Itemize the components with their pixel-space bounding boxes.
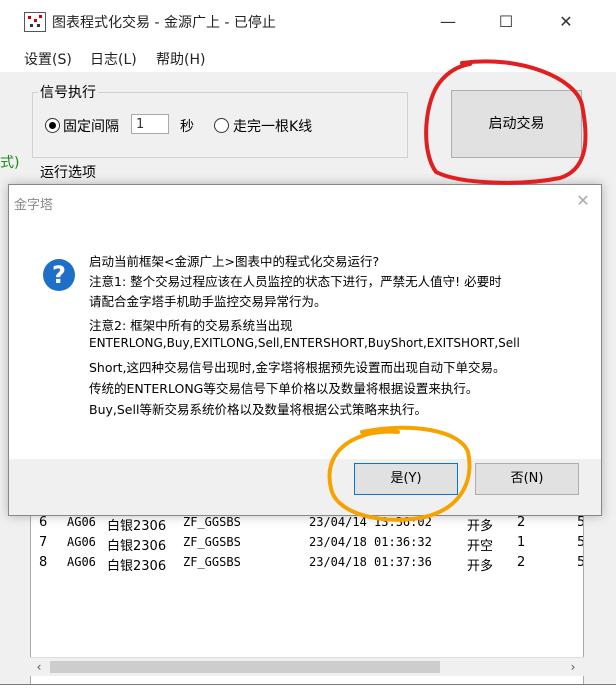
- scroll-right-icon[interactable]: ›: [564, 658, 582, 676]
- close-button[interactable]: ✕: [546, 8, 586, 36]
- dialog-message-line: 启动当前框架<金源广上>图表中的程式化交易运行?: [89, 254, 380, 269]
- start-trading-button[interactable]: 启动交易: [451, 90, 582, 158]
- scrollbar-thumb[interactable]: [50, 661, 440, 673]
- scroll-left-icon[interactable]: ‹: [30, 658, 48, 676]
- seconds-label: 秒: [180, 119, 194, 135]
- trade-time: 23/04/14 13:36:02: [309, 515, 432, 529]
- minimize-button[interactable]: —: [428, 8, 468, 36]
- confirm-dialog: 金字塔 ✕ ? 启动当前框架<金源广上>图表中的程式化交易运行? 注意1: 整个…: [8, 184, 602, 516]
- trade-extra: 5: [577, 535, 583, 550]
- no-button[interactable]: 否(N): [475, 463, 579, 495]
- contract-name: 白银2306: [107, 539, 167, 554]
- dialog-message-line: ENTERLONG,Buy,EXITLONG,Sell,ENTERSHORT,B…: [89, 336, 520, 350]
- question-icon: ?: [43, 259, 75, 291]
- app-icon: [24, 12, 46, 32]
- menu-log[interactable]: 日志(L): [90, 49, 137, 69]
- trade-extra: 5: [577, 555, 583, 570]
- dialog-message-line: 传统的ENTERLONG等交易信号下单价格以及数量将根据设置来执行。: [89, 381, 479, 396]
- trade-qty: 1: [517, 535, 526, 550]
- dialog-message-line: 注意2: 框架中所有的交易系统当出现: [89, 318, 293, 333]
- yes-button[interactable]: 是(Y): [354, 463, 458, 495]
- contract-code: AG06: [67, 555, 96, 569]
- dialog-title: 金字塔: [14, 198, 54, 213]
- trade-extra: 5: [577, 515, 583, 530]
- contract-name: 白银2306: [107, 519, 167, 534]
- fixed-interval-label: 固定间隔: [63, 119, 119, 135]
- title-bar: 图表程式化交易 - 金源广上 - 已停止 — ☐ ✕: [0, 0, 616, 44]
- contract-code: AG06: [67, 535, 96, 549]
- contract-name: 白银2306: [107, 559, 167, 574]
- run-options-label: 运行选项: [38, 162, 98, 182]
- side-text-fragment: 式): [0, 155, 20, 171]
- menu-bar: 设置(S) 日志(L) 帮助(H): [0, 44, 616, 72]
- table-row[interactable]: 8 AG06 白银2306 ZF_GGSBS 23/04/18 01:37:36…: [31, 553, 583, 574]
- maximize-button[interactable]: ☐: [486, 8, 526, 36]
- dialog-message-line: 请配合金字塔手机助手监控交易异常行为。: [89, 294, 327, 309]
- menu-help[interactable]: 帮助(H): [156, 49, 205, 69]
- dialog-message-line: 注意1: 整个交易过程应该在人员监控的状态下进行，严禁无人值守! 必要时: [89, 274, 502, 289]
- trade-qty: 2: [517, 555, 526, 570]
- bottom-strip: [0, 684, 616, 698]
- table-row[interactable]: 6 AG06 白银2306 ZF_GGSBS 23/04/14 13:36:02…: [31, 513, 583, 534]
- menu-settings[interactable]: 设置(S): [24, 49, 72, 69]
- row-number: 8: [39, 555, 48, 570]
- row-number: 6: [39, 515, 48, 530]
- bar-complete-radio[interactable]: [214, 118, 229, 133]
- trade-time: 23/04/18 01:36:32: [309, 535, 432, 549]
- contract-code: AG06: [67, 515, 96, 529]
- dialog-close-icon[interactable]: ✕: [569, 191, 597, 213]
- strategy-name: ZF_GGSBS: [183, 555, 241, 569]
- strategy-name: ZF_GGSBS: [183, 535, 241, 549]
- dialog-message-line: Buy,Sell等新交易系统价格以及数量将根据公式策略来执行。: [89, 402, 427, 417]
- horizontal-scrollbar[interactable]: ‹ ›: [30, 657, 584, 676]
- row-number: 7: [39, 535, 48, 550]
- table-row[interactable]: 7 AG06 白银2306 ZF_GGSBS 23/04/18 01:36:32…: [31, 533, 583, 554]
- dialog-title-bar: 金字塔 ✕: [9, 185, 601, 219]
- trade-action: 开空: [467, 539, 494, 554]
- bar-complete-label: 走完一根K线: [233, 119, 313, 135]
- trade-time: 23/04/18 01:37:36: [309, 555, 432, 569]
- dialog-message-line: Short,这四种交易信号出现时,金字塔将根据预先设置而出现自动下单交易。: [89, 360, 506, 375]
- fixed-interval-radio[interactable]: [45, 118, 60, 133]
- signal-execution-label: 信号执行: [38, 82, 98, 102]
- trade-qty: 2: [517, 515, 526, 530]
- interval-input[interactable]: 1: [131, 114, 169, 134]
- strategy-name: ZF_GGSBS: [183, 515, 241, 529]
- trade-action: 开多: [467, 519, 494, 534]
- trade-action: 开多: [467, 559, 494, 574]
- window-title: 图表程式化交易 - 金源广上 - 已停止: [52, 15, 276, 31]
- dialog-body: ? 启动当前框架<金源广上>图表中的程式化交易运行? 注意1: 整个交易过程应该…: [9, 219, 601, 459]
